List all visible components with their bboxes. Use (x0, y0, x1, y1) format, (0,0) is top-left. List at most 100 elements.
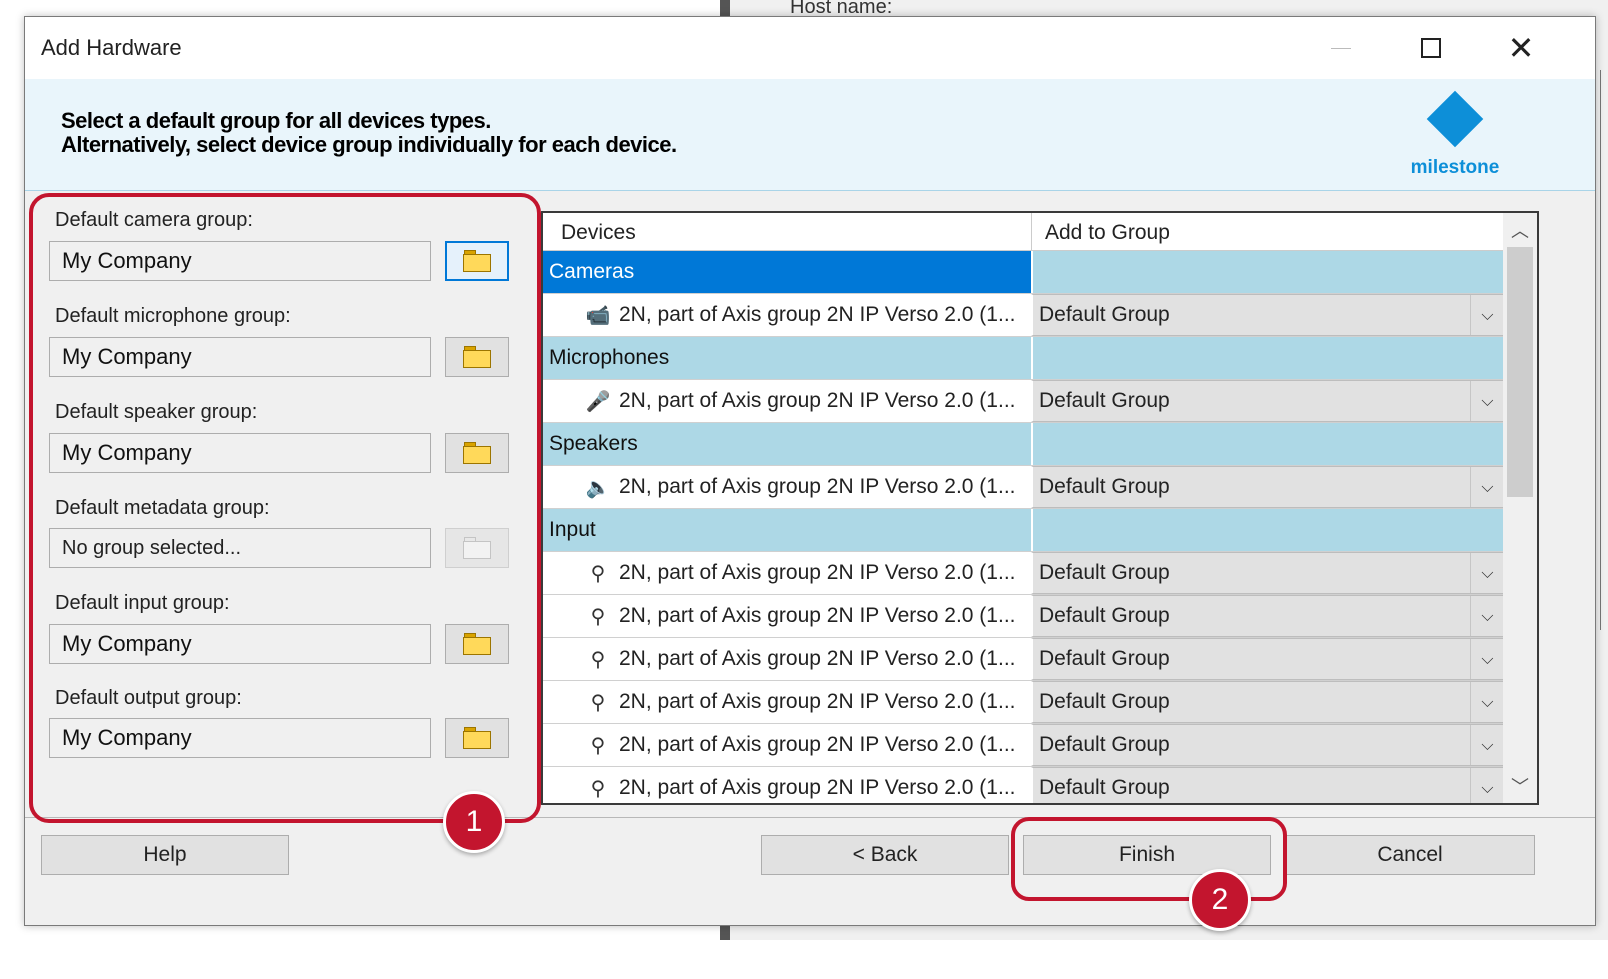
device-cell[interactable]: 📹 2N, part of Axis group 2N IP Verso 2.0 … (543, 294, 1031, 336)
input-icon: ⚲ (590, 690, 606, 714)
footer-separator (25, 817, 1595, 818)
scroll-thumb[interactable] (1507, 247, 1533, 497)
metadata-group-browse-button (445, 528, 509, 568)
device-name: 2N, part of Axis group 2N IP Verso 2.0 (… (619, 604, 1016, 627)
camera-icon: 📹 (585, 303, 611, 327)
category-label[interactable]: Microphones (543, 337, 1031, 379)
instruction-line-2: Alternatively, select device group indiv… (61, 132, 677, 157)
minimize-button[interactable] (1311, 27, 1371, 69)
device-cell[interactable]: 🎤 2N, part of Axis group 2N IP Verso 2.0 … (543, 380, 1031, 422)
microphone-group-field[interactable]: My Company (49, 337, 431, 377)
device-cell[interactable]: ⚲ 2N, part of Axis group 2N IP Verso 2.0 … (543, 638, 1031, 680)
microphone-icon: 🎤 (585, 389, 611, 413)
add-hardware-dialog: Add Hardware ✕ Select a default group fo… (24, 16, 1596, 931)
device-name: 2N, part of Axis group 2N IP Verso 2.0 (… (619, 389, 1016, 412)
title-bar: Add Hardware ✕ (25, 17, 1595, 79)
category-row[interactable]: Cameras (543, 251, 1505, 294)
device-cell[interactable]: ⚲ 2N, part of Axis group 2N IP Verso 2.0 … (543, 552, 1031, 594)
chevron-down-icon[interactable]: ⌵ (1470, 639, 1504, 679)
device-name: 2N, part of Axis group 2N IP Verso 2.0 (… (619, 733, 1016, 756)
input-group-field[interactable]: My Company (49, 624, 431, 664)
device-row[interactable]: ⚲ 2N, part of Axis group 2N IP Verso 2.0 … (543, 595, 1505, 638)
device-name: 2N, part of Axis group 2N IP Verso 2.0 (… (619, 647, 1016, 670)
cancel-button[interactable]: Cancel (1285, 835, 1535, 875)
column-divider[interactable] (1031, 213, 1032, 251)
scroll-down-icon[interactable]: ﹀ (1503, 769, 1537, 803)
output-group-browse-button[interactable] (445, 718, 509, 758)
devices-column-header[interactable]: Devices (561, 221, 636, 245)
group-select-value: Default Group (1039, 776, 1170, 799)
output-group-field[interactable]: My Company (49, 718, 431, 758)
chevron-down-icon[interactable]: ⌵ (1470, 682, 1504, 722)
category-label[interactable]: Cameras (543, 251, 1031, 293)
device-row[interactable]: ⚲ 2N, part of Axis group 2N IP Verso 2.0 … (543, 638, 1505, 681)
close-button[interactable]: ✕ (1491, 27, 1551, 69)
speaker-group-field[interactable]: My Company (49, 433, 431, 473)
category-row[interactable]: Input (543, 509, 1505, 552)
group-select[interactable]: Default Group ⌵ (1031, 638, 1505, 680)
device-cell[interactable]: 🔈 2N, part of Axis group 2N IP Verso 2.0 … (543, 466, 1031, 508)
help-button[interactable]: Help (41, 835, 289, 875)
group-select[interactable]: Default Group ⌵ (1031, 466, 1505, 508)
device-row[interactable]: 🎤 2N, part of Axis group 2N IP Verso 2.0 … (543, 380, 1505, 423)
folder-icon (463, 346, 491, 368)
grid-header: Devices Add to Group (543, 213, 1505, 251)
input-group-label: Default input group: (55, 592, 230, 614)
group-select[interactable]: Default Group ⌵ (1031, 767, 1505, 803)
vertical-scrollbar[interactable]: ︿ ﹀ (1503, 213, 1537, 803)
chevron-down-icon[interactable]: ⌵ (1470, 295, 1504, 335)
metadata-group-field[interactable]: No group selected... (49, 528, 431, 568)
devices-grid: Devices Add to Group Cameras 📹 2N, part of… (541, 211, 1539, 805)
group-select-value: Default Group (1039, 733, 1170, 756)
group-select[interactable]: Default Group ⌵ (1031, 595, 1505, 637)
group-select[interactable]: Default Group ⌵ (1031, 552, 1505, 594)
instruction-text: Select a default group for all devices t… (61, 109, 677, 157)
device-row[interactable]: ⚲ 2N, part of Axis group 2N IP Verso 2.0 … (543, 552, 1505, 595)
chevron-down-icon[interactable]: ⌵ (1470, 467, 1504, 507)
group-select[interactable]: Default Group ⌵ (1031, 681, 1505, 723)
device-row[interactable]: ⚲ 2N, part of Axis group 2N IP Verso 2.0 … (543, 681, 1505, 724)
camera-group-label: Default camera group: (55, 209, 253, 231)
chevron-down-icon[interactable]: ⌵ (1470, 768, 1504, 803)
chevron-down-icon[interactable]: ⌵ (1470, 381, 1504, 421)
device-cell[interactable]: ⚲ 2N, part of Axis group 2N IP Verso 2.0 … (543, 767, 1031, 803)
folder-icon (463, 442, 491, 464)
speaker-group-browse-button[interactable] (445, 433, 509, 473)
camera-group-browse-button[interactable] (445, 241, 509, 281)
callout-badge-2: 2 (1189, 869, 1251, 931)
category-label[interactable]: Speakers (543, 423, 1031, 465)
category-group-cell (1031, 423, 1505, 465)
device-row[interactable]: 🔈 2N, part of Axis group 2N IP Verso 2.0 … (543, 466, 1505, 509)
group-select[interactable]: Default Group ⌵ (1031, 724, 1505, 766)
input-group-browse-button[interactable] (445, 624, 509, 664)
chevron-down-icon[interactable]: ⌵ (1470, 596, 1504, 636)
device-cell[interactable]: ⚲ 2N, part of Axis group 2N IP Verso 2.0 … (543, 724, 1031, 766)
device-row[interactable]: ⚲ 2N, part of Axis group 2N IP Verso 2.0 … (543, 724, 1505, 767)
callout-badge-1: 1 (443, 791, 505, 853)
category-row[interactable]: Speakers (543, 423, 1505, 466)
folder-icon (463, 633, 491, 655)
scroll-up-icon[interactable]: ︿ (1503, 213, 1537, 247)
input-icon: ⚲ (590, 647, 606, 671)
group-select[interactable]: Default Group ⌵ (1031, 294, 1505, 336)
input-icon: ⚲ (590, 604, 606, 628)
folder-icon (463, 537, 491, 559)
chevron-down-icon[interactable]: ⌵ (1470, 725, 1504, 765)
device-row[interactable]: 📹 2N, part of Axis group 2N IP Verso 2.0 … (543, 294, 1505, 337)
category-label[interactable]: Input (543, 509, 1031, 551)
back-button[interactable]: < Back (761, 835, 1009, 875)
group-select[interactable]: Default Group ⌵ (1031, 380, 1505, 422)
device-cell[interactable]: ⚲ 2N, part of Axis group 2N IP Verso 2.0 … (543, 681, 1031, 723)
finish-button[interactable]: Finish (1023, 835, 1271, 875)
device-cell[interactable]: ⚲ 2N, part of Axis group 2N IP Verso 2.0 … (543, 595, 1031, 637)
category-row[interactable]: Microphones (543, 337, 1505, 380)
instruction-header: Select a default group for all devices t… (25, 79, 1595, 191)
maximize-button[interactable] (1401, 27, 1461, 69)
folder-icon (463, 727, 491, 749)
microphone-group-browse-button[interactable] (445, 337, 509, 377)
output-group-label: Default output group: (55, 687, 242, 709)
camera-group-field[interactable]: My Company (49, 241, 431, 281)
device-row[interactable]: ⚲ 2N, part of Axis group 2N IP Verso 2.0 … (543, 767, 1505, 803)
add-to-group-column-header[interactable]: Add to Group (1045, 221, 1170, 245)
chevron-down-icon[interactable]: ⌵ (1470, 553, 1504, 593)
